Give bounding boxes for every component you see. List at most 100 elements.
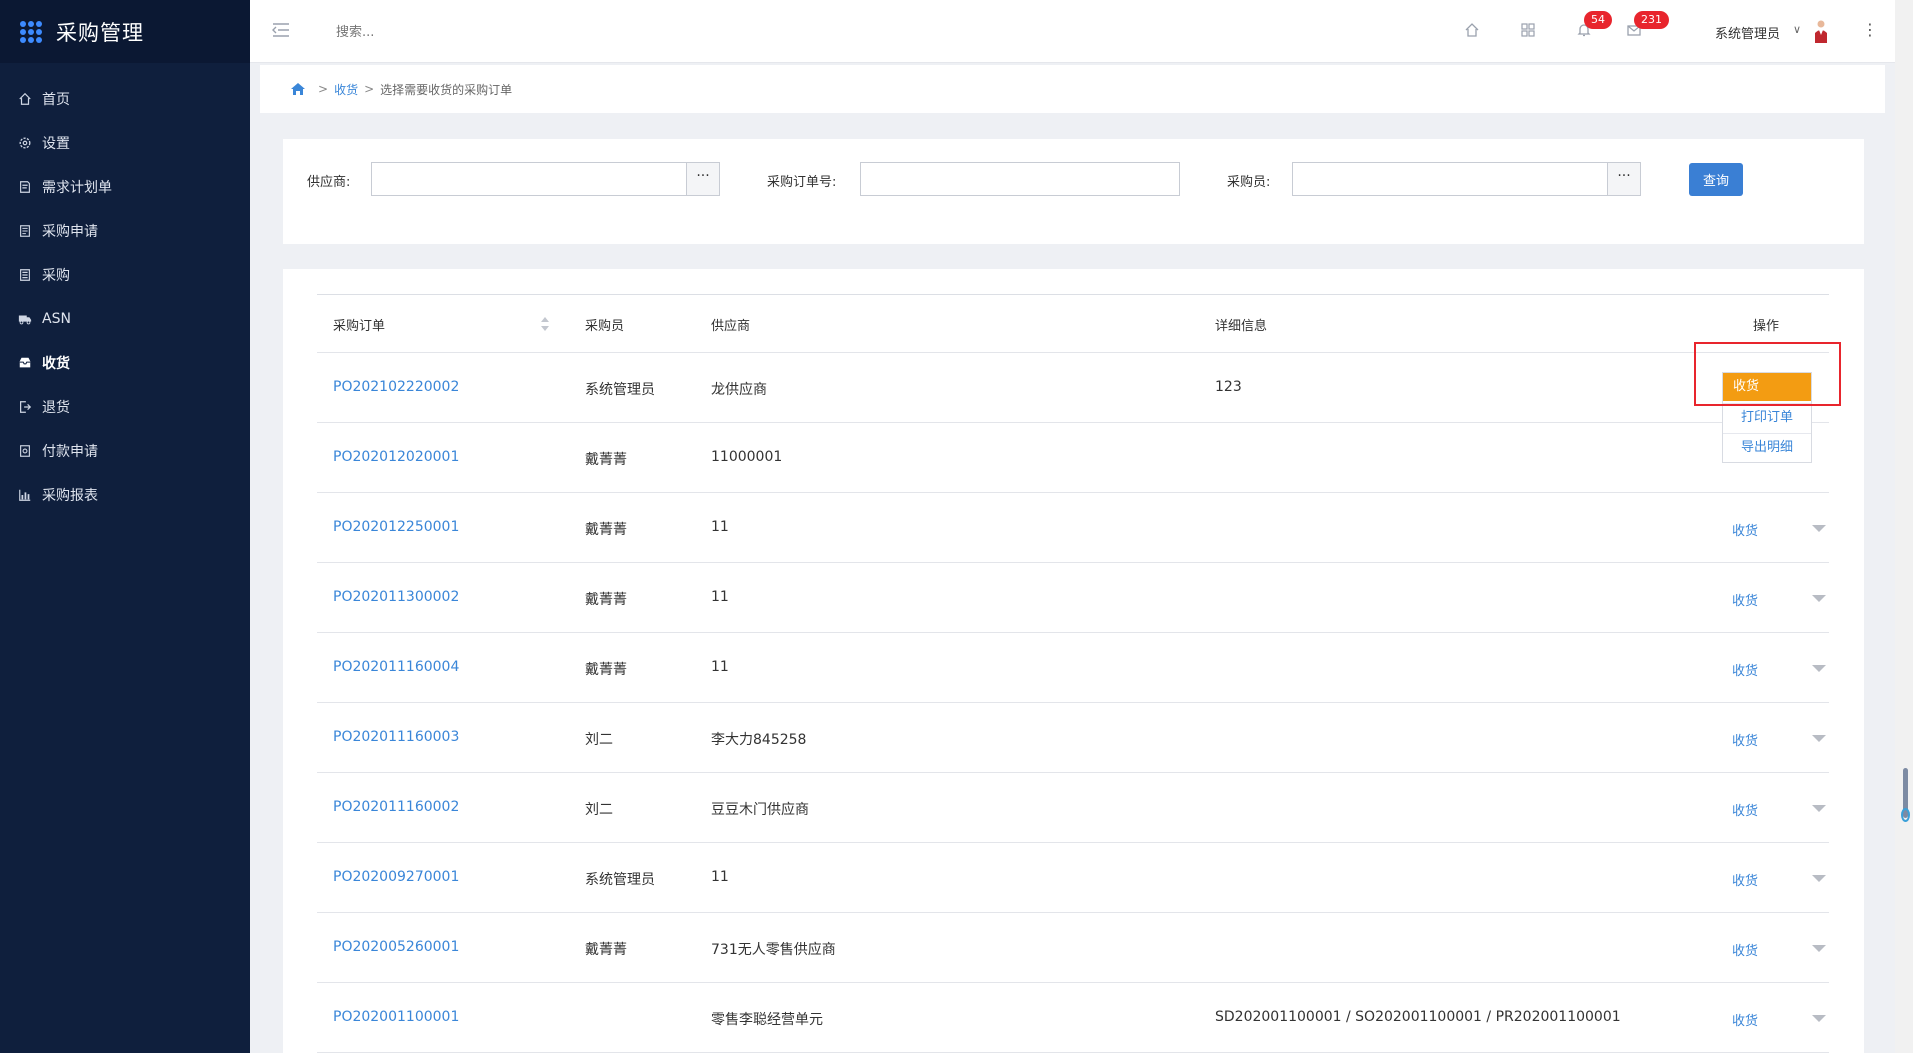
po-link[interactable]: PO202012020001	[333, 449, 459, 465]
sidebar-item-reports[interactable]: 采购报表	[0, 473, 250, 517]
sidebar-item-label: 采购申请	[42, 224, 98, 240]
scrollbar[interactable]	[1895, 0, 1913, 1053]
buyer-label: 采购员:	[1227, 175, 1271, 190]
sidebar-item-purchase[interactable]: 采购	[0, 253, 250, 297]
sidebar-item-label: 首页	[42, 92, 70, 108]
caret-down-icon[interactable]	[1812, 945, 1826, 952]
supplier-field[interactable]: ···	[371, 162, 720, 196]
search-input[interactable]	[336, 20, 636, 44]
apps-grid-icon[interactable]	[1518, 20, 1538, 40]
caret-down-icon[interactable]	[1812, 735, 1826, 742]
buyer-picker-button[interactable]: ···	[1607, 163, 1640, 195]
caret-down-icon[interactable]	[1812, 875, 1826, 882]
user-name[interactable]: 系统管理员	[1715, 23, 1780, 42]
po-link[interactable]: PO202011300002	[333, 589, 459, 605]
export-details-option[interactable]: 导出明细	[1723, 433, 1811, 461]
caret-down-icon[interactable]	[1812, 665, 1826, 672]
table-header: 采购订单 采购员 供应商 详细信息 操作	[317, 295, 1829, 353]
form-icon	[17, 223, 33, 239]
table-row: PO202102220002 系统管理员 龙供应商 123	[317, 353, 1829, 423]
bell-icon[interactable]: 54	[1574, 11, 1612, 40]
sidebar-item-asn[interactable]: ASN	[0, 297, 250, 341]
sidebar-item-receiving[interactable]: 收货	[0, 341, 250, 385]
po-number-label: 采购订单号:	[767, 175, 837, 190]
supplier-cell: 龙供应商	[711, 382, 767, 398]
sidebar-item-label: 采购	[42, 268, 70, 284]
buyer-cell: 刘二	[585, 732, 613, 748]
scroll-handle-icon[interactable]	[1901, 808, 1910, 822]
query-button[interactable]: 查询	[1689, 163, 1743, 196]
buyer-cell: 戴菁菁	[585, 522, 627, 538]
receive-button[interactable]: 收货	[1732, 520, 1758, 539]
po-link[interactable]: PO202005260001	[333, 939, 459, 955]
header-po[interactable]: 采购订单	[333, 315, 385, 334]
sidebar-item-home[interactable]: 首页	[0, 77, 250, 121]
receive-button[interactable]: 收货	[1732, 870, 1758, 889]
buyer-field[interactable]: ···	[1292, 162, 1641, 196]
table-row: PO202001100001 零售李聪经营单元 SD202001100001 /…	[317, 983, 1829, 1053]
sidebar-item-purchase-request[interactable]: 采购申请	[0, 209, 250, 253]
breadcrumb-separator: >	[364, 82, 375, 96]
avatar[interactable]	[1813, 19, 1829, 43]
receive-button[interactable]: 收货	[1732, 590, 1758, 609]
payment-icon	[17, 443, 33, 459]
sidebar-item-settings[interactable]: 设置	[0, 121, 250, 165]
details-cell: SD202001100001 / SO202001100001 / PR2020…	[1215, 1009, 1621, 1025]
more-vertical-icon[interactable]: ⋮	[1862, 20, 1878, 39]
po-link[interactable]: PO202102220002	[333, 379, 459, 395]
supplier-cell: 李大力845258	[711, 732, 807, 748]
details-cell: 123	[1215, 379, 1242, 395]
truck-icon	[17, 311, 33, 327]
table-row: PO202012020001 戴菁菁 11000001	[317, 423, 1829, 493]
home-icon[interactable]	[1462, 20, 1482, 40]
table-row: PO202011300002 戴菁菁 11 收货	[317, 563, 1829, 633]
highlight-annotation-box	[1694, 342, 1841, 406]
receive-button[interactable]: 收货	[1732, 660, 1758, 679]
po-table: 采购订单 采购员 供应商 详细信息 操作 PO202102220002 系统管理…	[317, 294, 1829, 1053]
caret-down-icon[interactable]	[1812, 805, 1826, 812]
po-link[interactable]: PO202009270001	[333, 869, 459, 885]
mail-icon[interactable]: 231	[1624, 11, 1669, 40]
receive-button[interactable]: 收货	[1732, 800, 1758, 819]
caret-down-icon[interactable]	[1812, 525, 1826, 532]
brand[interactable]: 采购管理	[0, 0, 250, 63]
buyer-cell: 系统管理员	[585, 872, 655, 888]
supplier-cell: 11	[711, 589, 729, 605]
buyer-cell: 刘二	[585, 802, 613, 818]
po-link[interactable]: PO202001100001	[333, 1009, 459, 1025]
sidebar-item-label: 采购报表	[42, 488, 98, 504]
supplier-picker-button[interactable]: ···	[686, 163, 719, 195]
sidebar-item-label: 付款申请	[42, 444, 98, 460]
sidebar-item-label: 收货	[42, 356, 70, 372]
table-row: PO202011160003 刘二 李大力845258 收货	[317, 703, 1829, 773]
sidebar-item-label: 设置	[42, 136, 70, 152]
sidebar: 采购管理 首页 设置 需求计划单 采购申请 采购 ASN 收货 退货 付款申请 …	[0, 0, 250, 1053]
caret-down-icon[interactable]	[1812, 1015, 1826, 1022]
po-number-field[interactable]	[860, 162, 1180, 196]
sidebar-item-demand-plan[interactable]: 需求计划单	[0, 165, 250, 209]
po-link[interactable]: PO202011160002	[333, 799, 459, 815]
menu-toggle-icon[interactable]	[272, 22, 290, 38]
receive-button[interactable]: 收货	[1732, 730, 1758, 749]
breadcrumb-link-receiving[interactable]: 收货	[334, 81, 358, 98]
app-grid-icon	[20, 20, 42, 43]
sidebar-item-returns[interactable]: 退货	[0, 385, 250, 429]
caret-down-icon[interactable]	[1812, 595, 1826, 602]
sort-icon[interactable]	[539, 314, 551, 334]
print-order-option[interactable]: 打印订单	[1723, 403, 1811, 431]
po-link[interactable]: PO202011160003	[333, 729, 459, 745]
chevron-down-icon[interactable]: ∨	[1793, 23, 1801, 36]
sidebar-item-payment-request[interactable]: 付款申请	[0, 429, 250, 473]
header-buyer: 采购员	[585, 319, 625, 334]
po-link[interactable]: PO202011160004	[333, 659, 459, 675]
document-icon	[17, 179, 33, 195]
table-row: PO202005260001 戴菁菁 731无人零售供应商 收货	[317, 913, 1829, 983]
po-link[interactable]: PO202012250001	[333, 519, 459, 535]
list-icon	[17, 267, 33, 283]
receive-button[interactable]: 收货	[1732, 1010, 1758, 1029]
home-icon[interactable]	[290, 82, 306, 96]
app-title: 采购管理	[56, 20, 144, 45]
buyer-cell: 戴菁菁	[585, 452, 627, 468]
receive-button[interactable]: 收货	[1732, 940, 1758, 959]
supplier-cell: 豆豆木门供应商	[711, 802, 809, 818]
